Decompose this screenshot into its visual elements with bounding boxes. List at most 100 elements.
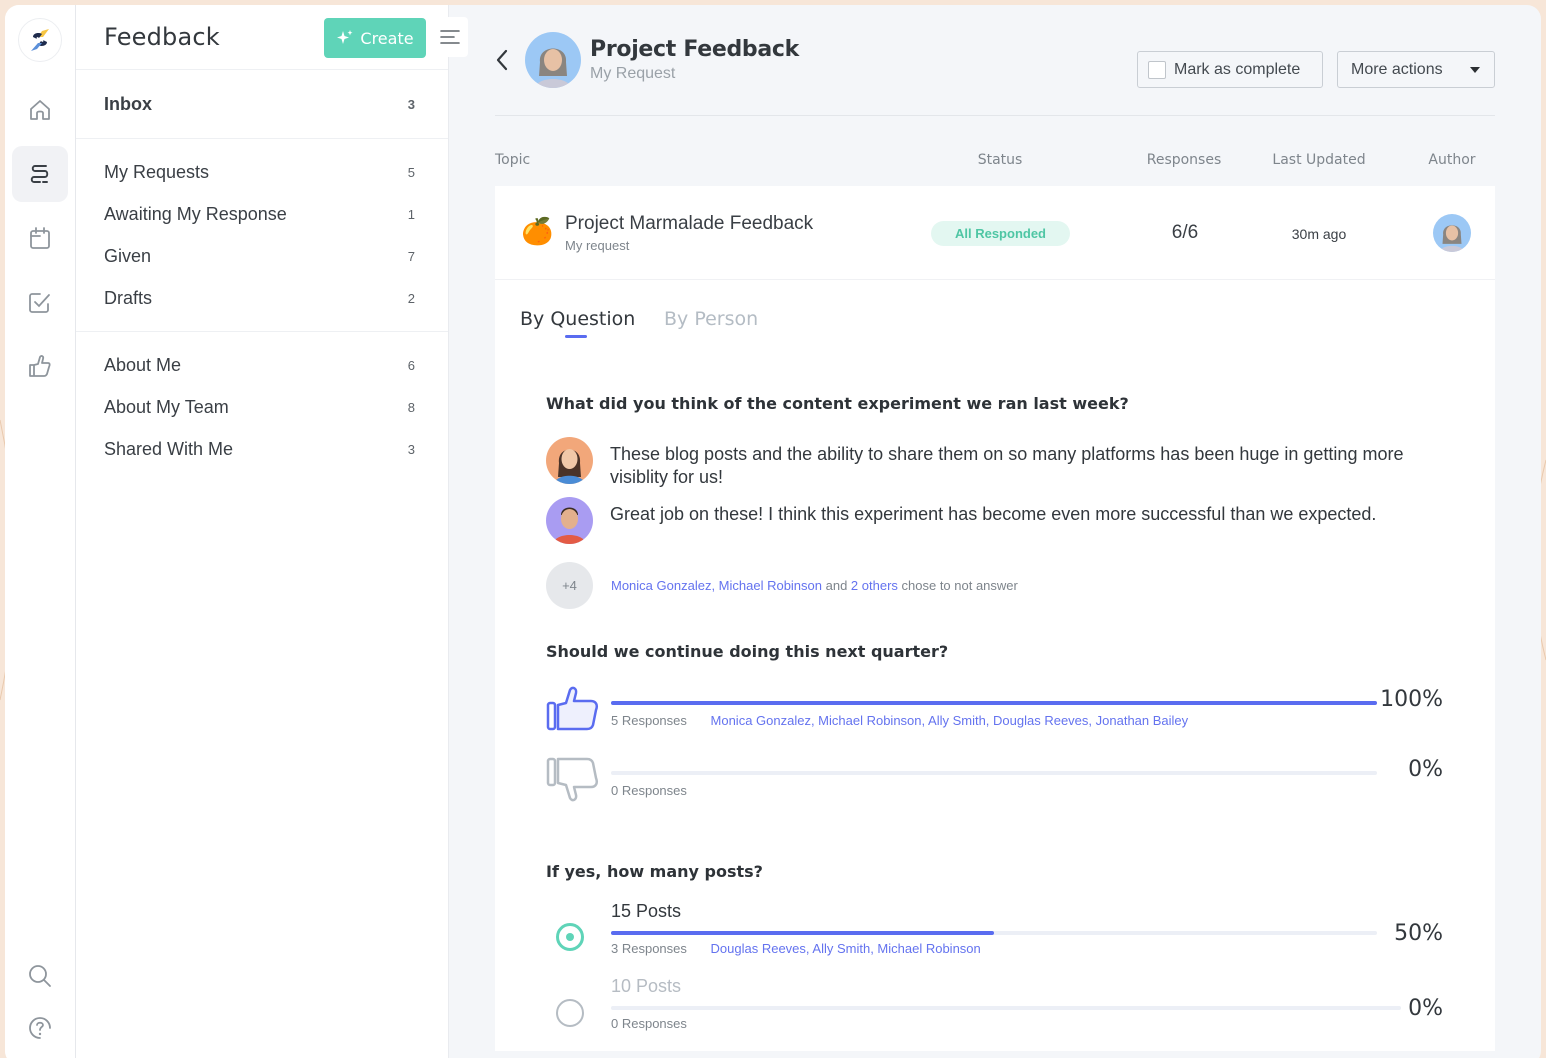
nav-item-about-me[interactable]: About Me 6 [76,344,448,386]
nav-item-count: 2 [407,290,415,306]
mark-complete-button[interactable]: Mark as complete [1137,51,1323,88]
more-actions-dropdown[interactable]: More actions [1337,51,1495,88]
choice-responses-count: 0 Responses [611,1016,687,1031]
nav-item-my-requests[interactable]: My Requests 5 [76,151,448,193]
table-header: Topic Status Responses Last Updated Auth… [495,116,1495,186]
column-topic: Topic [495,152,531,168]
nav-item-label: Given [104,245,152,266]
rail-kudos[interactable] [12,338,68,394]
rail-help[interactable] [12,1005,68,1051]
nav-item-shared-with-me[interactable]: Shared With Me 3 [76,428,448,470]
back-button[interactable] [495,45,519,75]
answer-text: These blog posts and the ability to shar… [610,444,1404,487]
rail-feedback[interactable] [12,146,68,202]
chevron-left-icon [496,49,508,71]
vote-option-no: 0% 0 Responses [546,755,1443,825]
main-content: Project Feedback My Request Mark as comp… [449,5,1541,1058]
responses-count: 6/6 [1171,222,1199,243]
nav-item-count: 3 [407,96,415,112]
answer-item: These blog posts and the ability to shar… [546,437,1443,489]
rail-tasks[interactable] [12,274,68,330]
skipped-names-link[interactable]: Monica Gonzalez, Michael Robinson [611,578,822,593]
nav-item-count: 5 [407,164,415,180]
nav-item-count: 1 [407,206,415,222]
home-icon [30,100,50,120]
view-tabs: By Question By Person [495,280,1495,370]
question-block: Should we continue doing this next quart… [495,642,1495,862]
choice-option: 15 Posts 50% 3 Responses Douglas Reeves,… [546,901,1443,976]
choice-percent: 0% [1408,996,1443,1021]
feedback-icon [30,165,49,183]
page-title: Project Feedback [590,37,799,62]
skipped-others-link[interactable]: 2 others [851,578,898,593]
create-button[interactable]: Create [324,18,426,58]
nav-item-label: Inbox [104,93,152,114]
nav-item-label: Drafts [104,287,153,308]
help-icon [29,1017,51,1039]
vote-percent: 100% [1380,687,1443,712]
choice-percent: 50% [1394,921,1443,946]
choice-radio[interactable] [556,999,584,1027]
feedback-nav: Feedback Create Inbox 3 My Requests 5 Aw… [76,5,468,1058]
nav-item-label: About Me [104,354,182,375]
nav-item-given[interactable]: Given 7 [76,235,448,277]
avatar-woman-gray-hair [1433,214,1471,252]
collapse-sidebar-button[interactable] [432,17,468,57]
choice-names-link[interactable]: Douglas Reeves, Ally Smith, Michael Robi… [711,941,981,956]
feedback-card: 🍊 Project Marmalade Feedback My request … [495,186,1495,1051]
topic-name: Project Marmalade Feedback [565,213,814,234]
choice-label: 10 Posts [611,976,682,996]
topic-subtitle: My request [565,238,630,253]
vote-bar-track [611,701,1377,705]
choice-label: 15 Posts [611,901,682,921]
thumbs-up-icon [29,355,51,377]
nav-item-count: 8 [407,399,415,415]
rail-home[interactable] [12,82,68,138]
rail-calendar[interactable] [12,210,68,266]
nav-item-label: Shared With Me [104,438,234,459]
mark-complete-checkbox[interactable] [1148,60,1166,79]
page-subtitle: My Request [590,65,676,82]
thumbs-down-icon [546,757,599,802]
vote-percent: 0% [1408,757,1443,782]
nav-item-drafts[interactable]: Drafts 2 [76,277,448,319]
search-icon [29,965,51,987]
app-logo[interactable] [18,18,62,62]
vote-responses-count: 0 Responses [611,783,687,798]
vote-responses-count: 5 Responses [611,713,687,728]
checklist-icon [29,293,50,313]
question-block: If yes, how many posts? 15 Posts 50% 3 R… [495,862,1495,1051]
voter-names-link[interactable]: Monica Gonzalez, Michael Robinson, Ally … [711,713,1189,728]
status-badge: All Responded [931,221,1070,246]
nav-item-count: 6 [407,357,415,373]
column-last-updated: Last Updated [1272,152,1366,168]
requester-avatar [525,32,581,88]
author-avatar [1433,214,1471,252]
vote-option-yes: 100% 5 Responses Monica Gonzalez, Michae… [546,685,1443,755]
choice-bar-fill [611,931,994,935]
rail-search[interactable] [12,953,68,999]
choice-radio-selected[interactable] [556,923,584,951]
answer-item: Great job on these! I think this experim… [546,497,1443,544]
avatar-woman-gray-hair [525,32,581,88]
menu-icon [440,30,460,44]
caret-down-icon [1470,66,1480,73]
more-respondents-badge[interactable]: +4 [546,562,593,609]
column-author: Author [1428,152,1476,168]
nav-item-about-my-team[interactable]: About My Team 8 [76,386,448,428]
choice-responses-count: 3 Responses [611,941,687,956]
question-title: Should we continue doing this next quart… [546,642,949,661]
app-window: Feedback Create Inbox 3 My Requests 5 Aw… [5,5,1541,1058]
question-block: What did you think of the content experi… [495,370,1495,642]
nav-item-label: My Requests [104,161,210,182]
topic-row[interactable]: 🍊 Project Marmalade Feedback My request … [495,186,1495,280]
tab-by-question[interactable]: By Question [520,308,635,330]
page-header: Project Feedback My Request Mark as comp… [495,5,1495,116]
choice-bar-track [611,931,1377,935]
nav-item-inbox[interactable]: Inbox 3 [76,78,448,130]
tab-by-person[interactable]: By Person [664,308,758,330]
more-actions-label: More actions [1351,60,1443,78]
calendar-icon [30,227,50,249]
active-tab-indicator [565,335,587,338]
nav-item-awaiting-my-response[interactable]: Awaiting My Response 1 [76,193,448,235]
